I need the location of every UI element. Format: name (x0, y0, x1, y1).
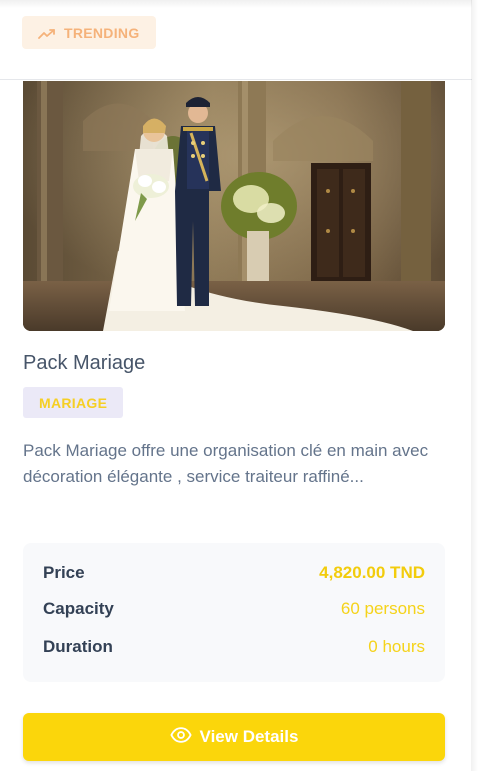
package-card: TRENDING Pack Mariage MARIAGE Pack Maria… (0, 0, 472, 771)
stats-panel: Price 4,820.00 TND Capacity 60 persons D… (23, 543, 445, 682)
package-description: Pack Mariage offre une organisation clé … (23, 441, 429, 486)
view-details-button[interactable]: View Details (23, 713, 445, 761)
capacity-value: 60 persons (340, 599, 425, 618)
card-header: TRENDING (0, 0, 472, 80)
package-title: Pack Mariage (23, 352, 146, 374)
duration-row: Duration 0 hours (43, 637, 425, 657)
price-label: Price (43, 563, 85, 582)
duration-value: 0 hours (368, 637, 425, 656)
card-edge-shadow (471, 0, 478, 771)
package-image[interactable] (23, 81, 445, 331)
trending-badge: TRENDING (22, 16, 156, 49)
eye-icon (170, 724, 192, 751)
category-badge: MARIAGE (23, 387, 124, 418)
trending-label: TRENDING (64, 24, 140, 41)
trending-up-icon (38, 27, 56, 39)
price-row: Price 4,820.00 TND (43, 563, 425, 583)
view-details-label: View Details (199, 727, 299, 746)
price-value: 4,820.00 TND (319, 563, 425, 582)
duration-label: Duration (43, 637, 113, 656)
capacity-row: Capacity 60 persons (43, 599, 425, 619)
capacity-label: Capacity (43, 599, 114, 618)
